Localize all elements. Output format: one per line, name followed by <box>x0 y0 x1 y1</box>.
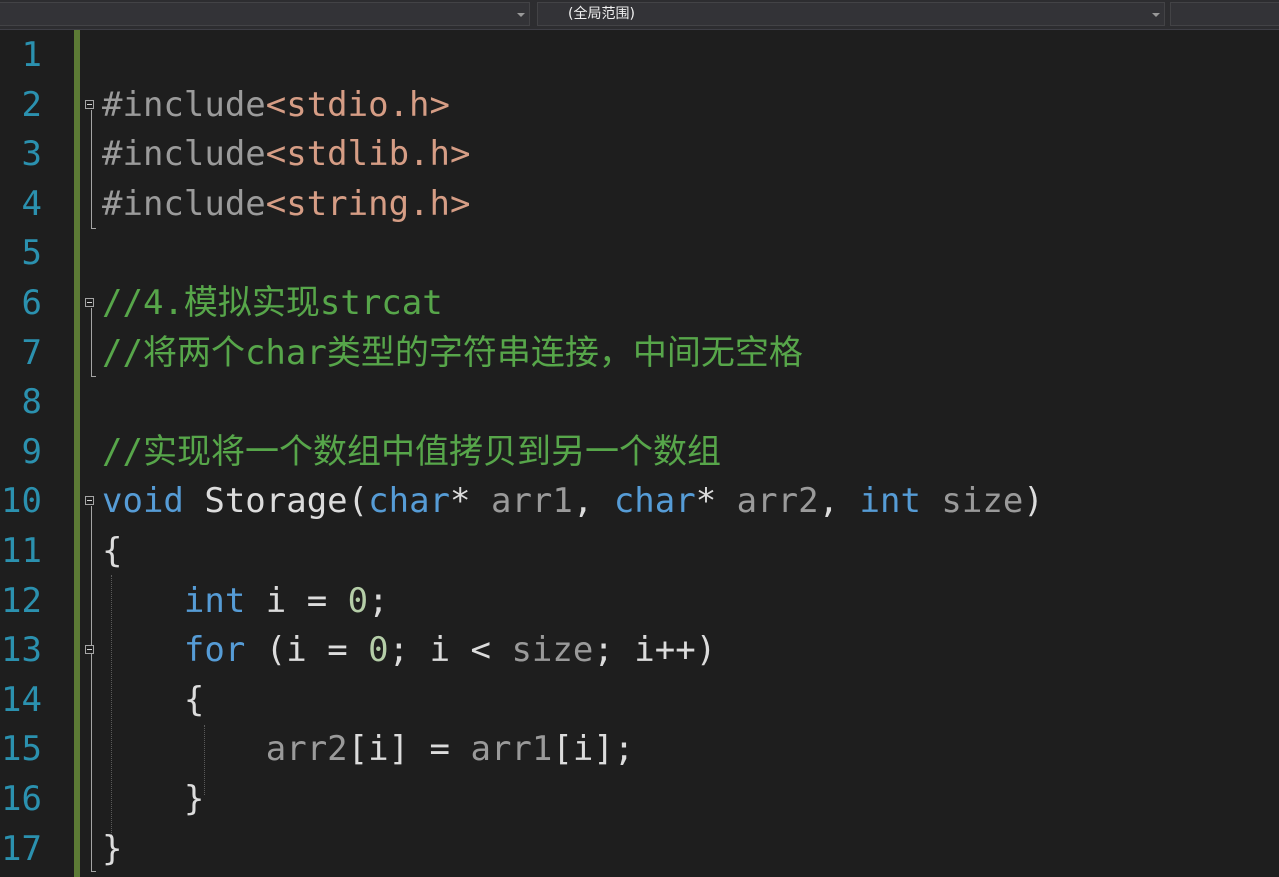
collapse-icon[interactable] <box>85 100 94 109</box>
code-line[interactable]: #include<stdio.h> <box>102 80 450 130</box>
collapse-icon[interactable] <box>85 645 94 654</box>
code-token: (i = <box>245 630 369 671</box>
code-token: * <box>695 481 737 522</box>
code-token: arr2 <box>736 481 819 522</box>
code-token: #include <box>102 84 266 125</box>
code-token: char <box>368 481 451 522</box>
line-number: 10 <box>1 481 42 522</box>
line-number: 5 <box>21 233 42 274</box>
code-token: #include <box>102 183 266 224</box>
code-token: <stdlib.h> <box>265 134 471 175</box>
code-line[interactable]: } <box>102 824 122 874</box>
code-token: size <box>511 630 594 671</box>
code-token: char <box>613 481 696 522</box>
line-number: 1 <box>21 35 42 75</box>
line-number-gutter: 1 2 3 4 5 6 7 8 9 10 11 12 13 14 15 16 17 <box>0 30 74 877</box>
code-line[interactable]: arr2[i] = arr1[i]; <box>102 724 635 774</box>
code-token: void <box>102 481 184 522</box>
code-token: ) <box>1023 481 1044 522</box>
code-line[interactable]: { <box>102 526 122 576</box>
code-line[interactable]: #include<stdlib.h> <box>102 129 470 179</box>
code-token: for <box>183 630 246 671</box>
collapse-icon[interactable] <box>85 298 94 307</box>
line-number: 15 <box>1 729 42 770</box>
line-number: 17 <box>1 828 42 869</box>
line-number: 2 <box>21 84 42 125</box>
line-number: 14 <box>1 679 42 720</box>
code-line[interactable]: //将两个char类型的字符串连接，中间无空格 <box>102 328 803 378</box>
collapse-icon[interactable] <box>85 496 94 505</box>
code-token: int <box>859 481 921 522</box>
line-number: 11 <box>1 531 42 571</box>
outline-line <box>91 506 92 871</box>
chevron-down-icon[interactable] <box>1152 13 1160 17</box>
code-token: ; <box>368 580 389 621</box>
line-number: 13 <box>1 630 42 671</box>
code-token: //将两个char类型的字符串连接，中间无空格 <box>102 332 803 373</box>
code-token: //实现将一个数组中值拷贝到另一个数组 <box>102 431 721 472</box>
line-number: 16 <box>1 779 42 819</box>
code-token: int <box>183 580 246 621</box>
code-token: } <box>102 779 205 819</box>
code-line[interactable]: { <box>102 675 204 725</box>
code-token: i = <box>245 580 348 621</box>
code-token: , <box>818 481 860 522</box>
code-token: Storage( <box>183 481 369 522</box>
line-number: 7 <box>21 332 42 373</box>
code-token: arr1 <box>470 729 553 770</box>
code-token: [i]; <box>552 729 635 770</box>
outline-line <box>91 110 92 228</box>
code-line[interactable]: //4.模拟实现strcat <box>102 278 443 328</box>
navigation-bar: (全局范围) <box>0 0 1279 30</box>
line-number: 4 <box>21 183 42 224</box>
code-token: #include <box>102 134 266 175</box>
line-number: 12 <box>1 580 42 621</box>
scope-dropdown[interactable]: (全局范围) <box>537 2 1165 26</box>
code-token: arr2 <box>265 729 348 770</box>
outline-end <box>91 871 96 872</box>
code-line[interactable]: for (i = 0; i < size; i++) <box>102 625 716 675</box>
code-token: [i] = <box>347 729 471 770</box>
code-editor[interactable]: 1 2 3 4 5 6 7 8 9 10 11 12 13 14 15 16 17 #include<stdio… <box>0 30 1279 877</box>
line-number: 6 <box>21 283 42 323</box>
code-line[interactable]: void Storage(char* arr1, char* arr2, int… <box>102 476 1044 526</box>
outline-end <box>91 228 96 229</box>
code-token: { <box>102 531 123 571</box>
outline-end <box>91 376 96 377</box>
code-token: <stdio.h> <box>265 84 450 125</box>
code-token: , <box>572 481 614 522</box>
code-token: arr1 <box>490 481 573 522</box>
code-token: ; i++) <box>593 630 717 671</box>
code-token: * <box>450 481 491 522</box>
line-number: 3 <box>21 134 42 175</box>
code-token: 0 <box>347 580 369 621</box>
line-number: 8 <box>21 382 42 423</box>
scope-dropdown-value: (全局范围) <box>568 6 635 22</box>
project-dropdown[interactable] <box>0 2 530 26</box>
code-token: } <box>102 828 123 869</box>
code-token: { <box>102 679 205 720</box>
code-token: size <box>941 481 1024 522</box>
code-line[interactable]: //实现将一个数组中值拷贝到另一个数组 <box>102 427 721 477</box>
code-line[interactable]: int i = 0; <box>102 576 389 626</box>
code-line[interactable]: } <box>102 774 204 824</box>
line-number: 9 <box>21 431 42 472</box>
member-dropdown[interactable] <box>1170 2 1279 26</box>
code-token: ; i < <box>388 630 512 671</box>
code-line[interactable]: #include<string.h> <box>102 179 470 229</box>
outline-line <box>91 308 92 376</box>
change-tracking-bar <box>74 30 80 877</box>
code-token: //4.模拟实现strcat <box>102 283 443 323</box>
code-token: 0 <box>368 630 389 671</box>
code-token: <string.h> <box>265 183 471 224</box>
chevron-down-icon[interactable] <box>517 13 525 17</box>
